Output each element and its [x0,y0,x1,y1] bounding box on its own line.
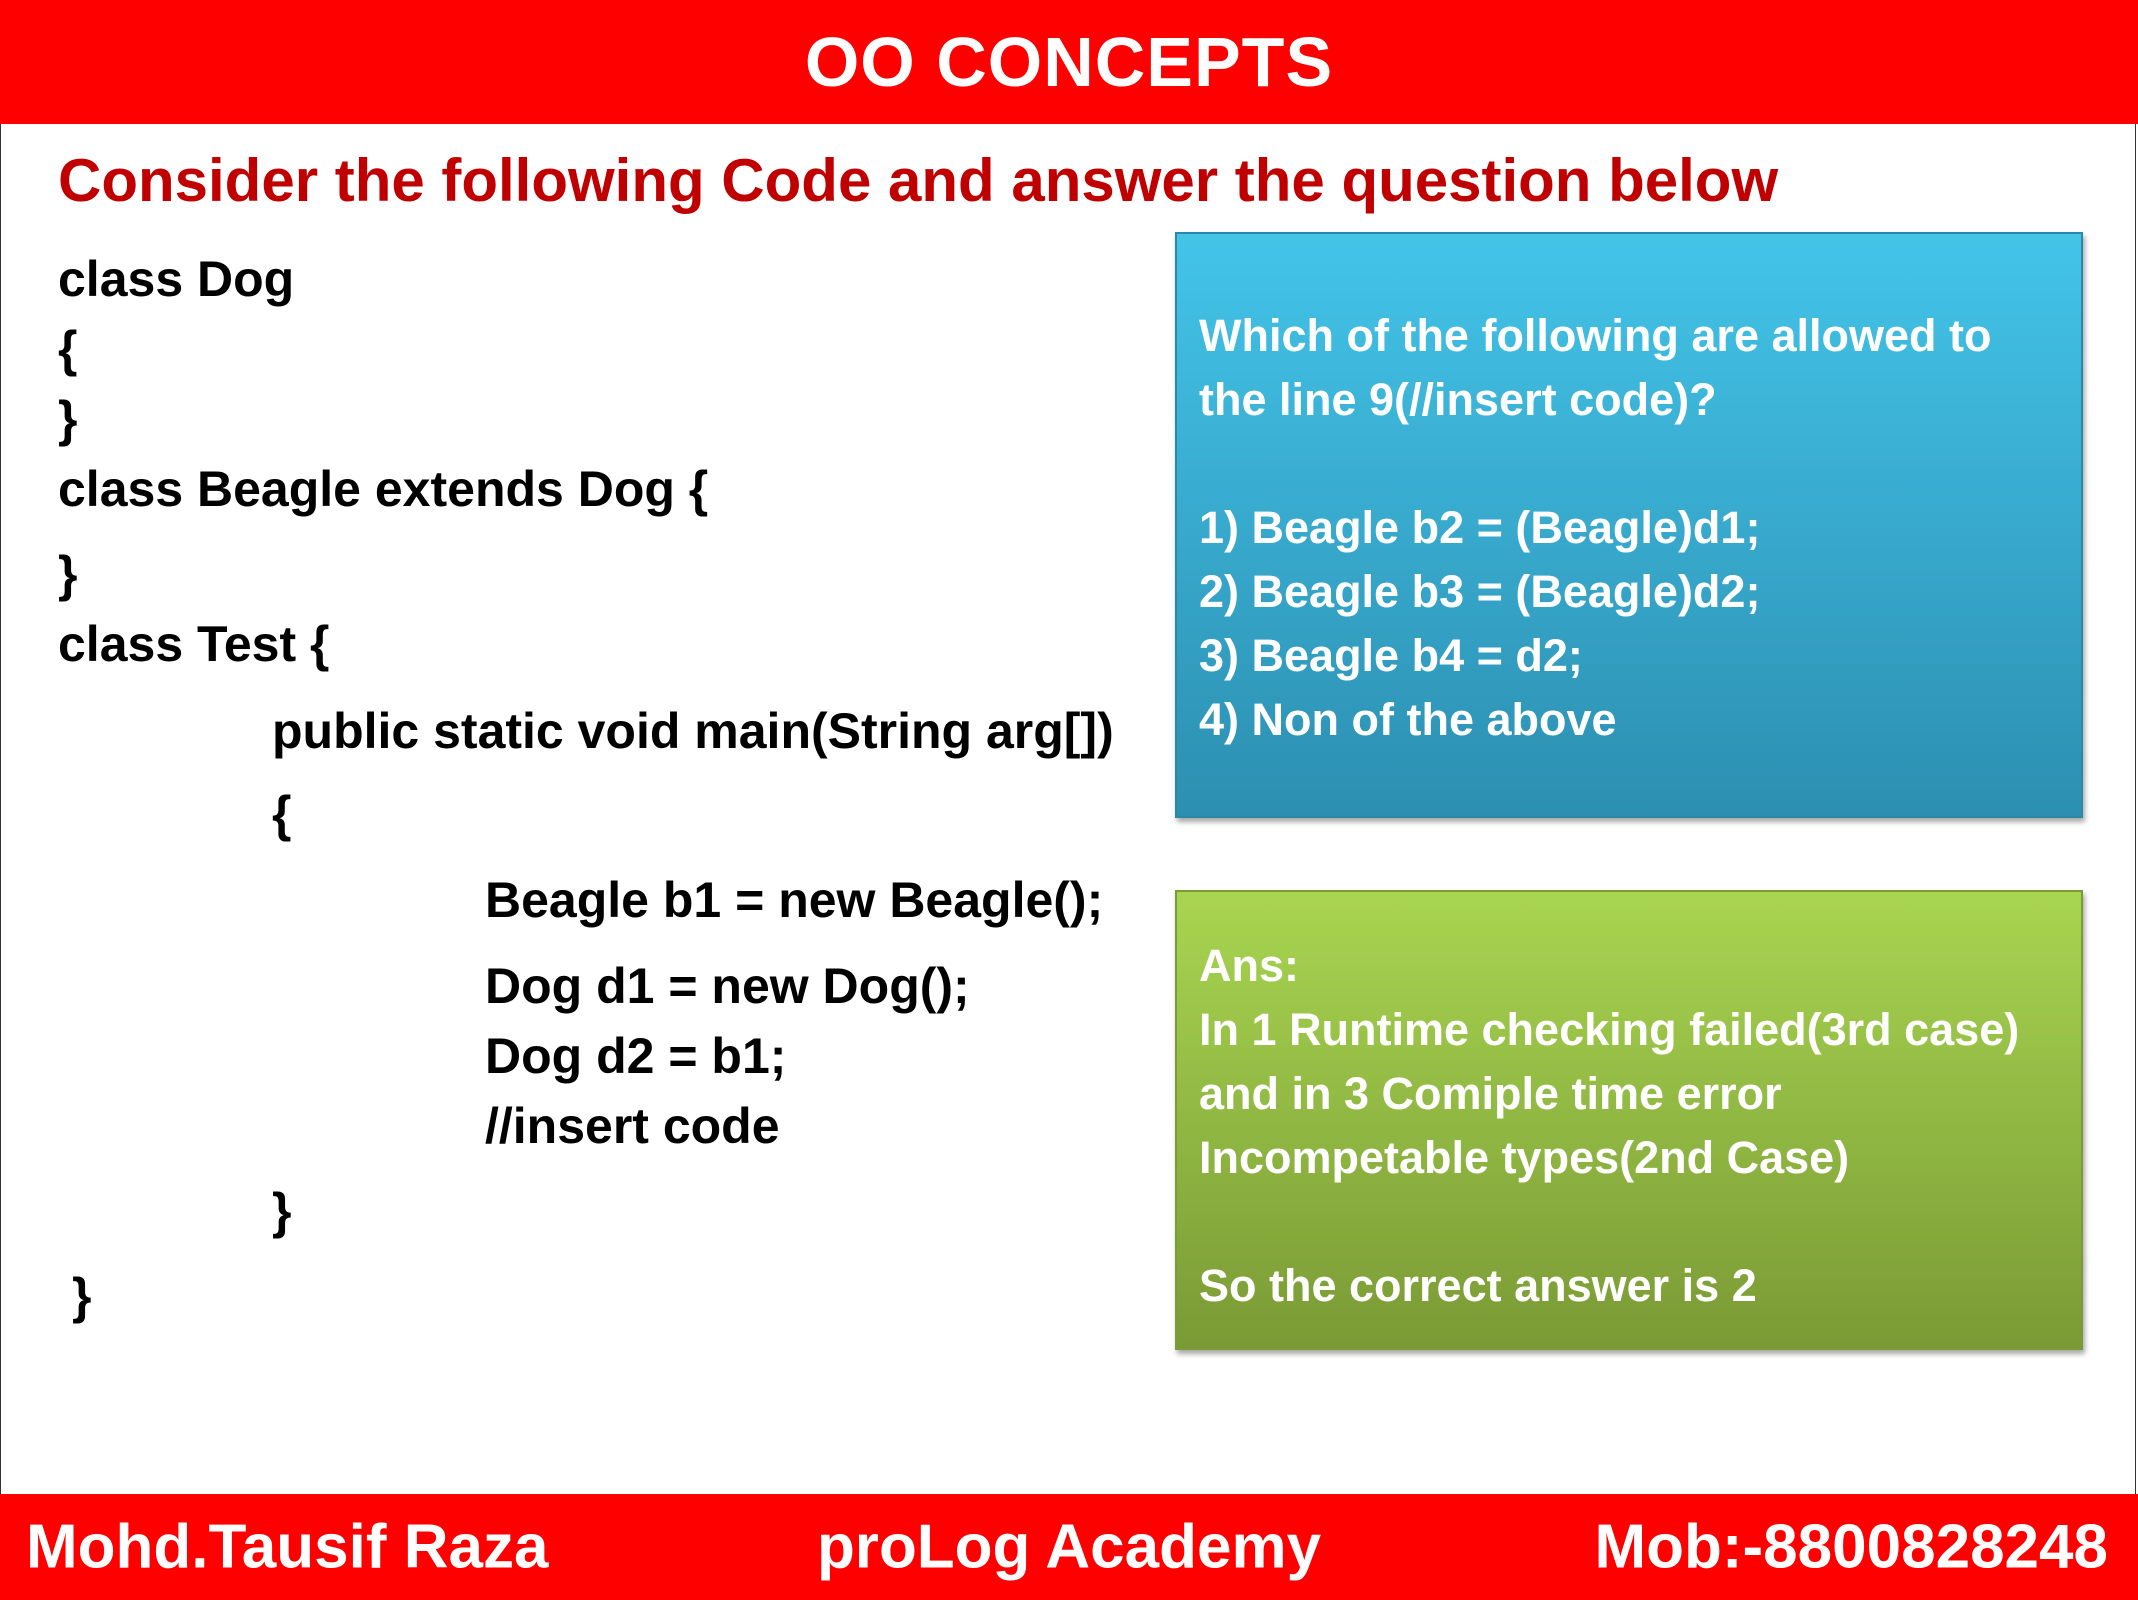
code-line: public static void main(String arg[]) [272,703,1114,759]
question-text: the line 9(//insert code)? [1199,374,1717,425]
answer-line: Incompetable types(2nd Case) [1199,1132,1850,1183]
footer-academy: proLog Academy [816,1512,1322,1582]
code-line: Dog d1 = new Dog(); [485,958,970,1014]
code-line: { [272,786,292,842]
option-item: 3) Beagle b4 = d2; [1199,630,1583,681]
code-line: class Beagle extends Dog { [58,461,709,517]
answer-label: Ans: [1199,940,1299,991]
footer-bar: Mohd.Tausif Raza proLog Academy Mob:-880… [0,1494,2138,1600]
footer-phone: Mob:-8800828248 [1594,1512,2109,1582]
slide-title: OO CONCEPTS [804,23,1334,101]
code-line: { [58,321,78,377]
code-line: } [72,1268,92,1324]
title-bar: OO CONCEPTS [0,0,2138,124]
code-line: Dog d2 = b1; [485,1028,787,1084]
code-line: Beagle b1 = new Beagle(); [485,872,1104,928]
code-line: class Dog [58,251,295,307]
code-line: class Test { [58,616,330,672]
answer-conclusion: So the correct answer is 2 [1199,1260,1757,1311]
code-line: } [58,546,78,602]
code-line: //insert code [485,1098,780,1154]
answer-box: Ans: In 1 Runtime checking failed(3rd ca… [1175,890,2083,1350]
code-line: } [58,391,78,447]
footer-author: Mohd.Tausif Raza [26,1512,549,1582]
option-item: 4) Non of the above [1199,694,1617,745]
answer-line: In 1 Runtime checking failed(3rd case) [1199,1004,2020,1055]
question-box: Which of the following are allowed to th… [1175,232,2083,818]
option-item: 2) Beagle b3 = (Beagle)d2; [1199,566,1761,617]
question-heading: Consider the following Code and answer t… [58,147,1779,214]
answer-line: and in 3 Comiple time error [1199,1068,1782,1119]
code-line: } [272,1183,292,1239]
option-item: 1) Beagle b2 = (Beagle)d1; [1199,502,1761,553]
question-text: Which of the following are allowed to [1199,310,1992,361]
